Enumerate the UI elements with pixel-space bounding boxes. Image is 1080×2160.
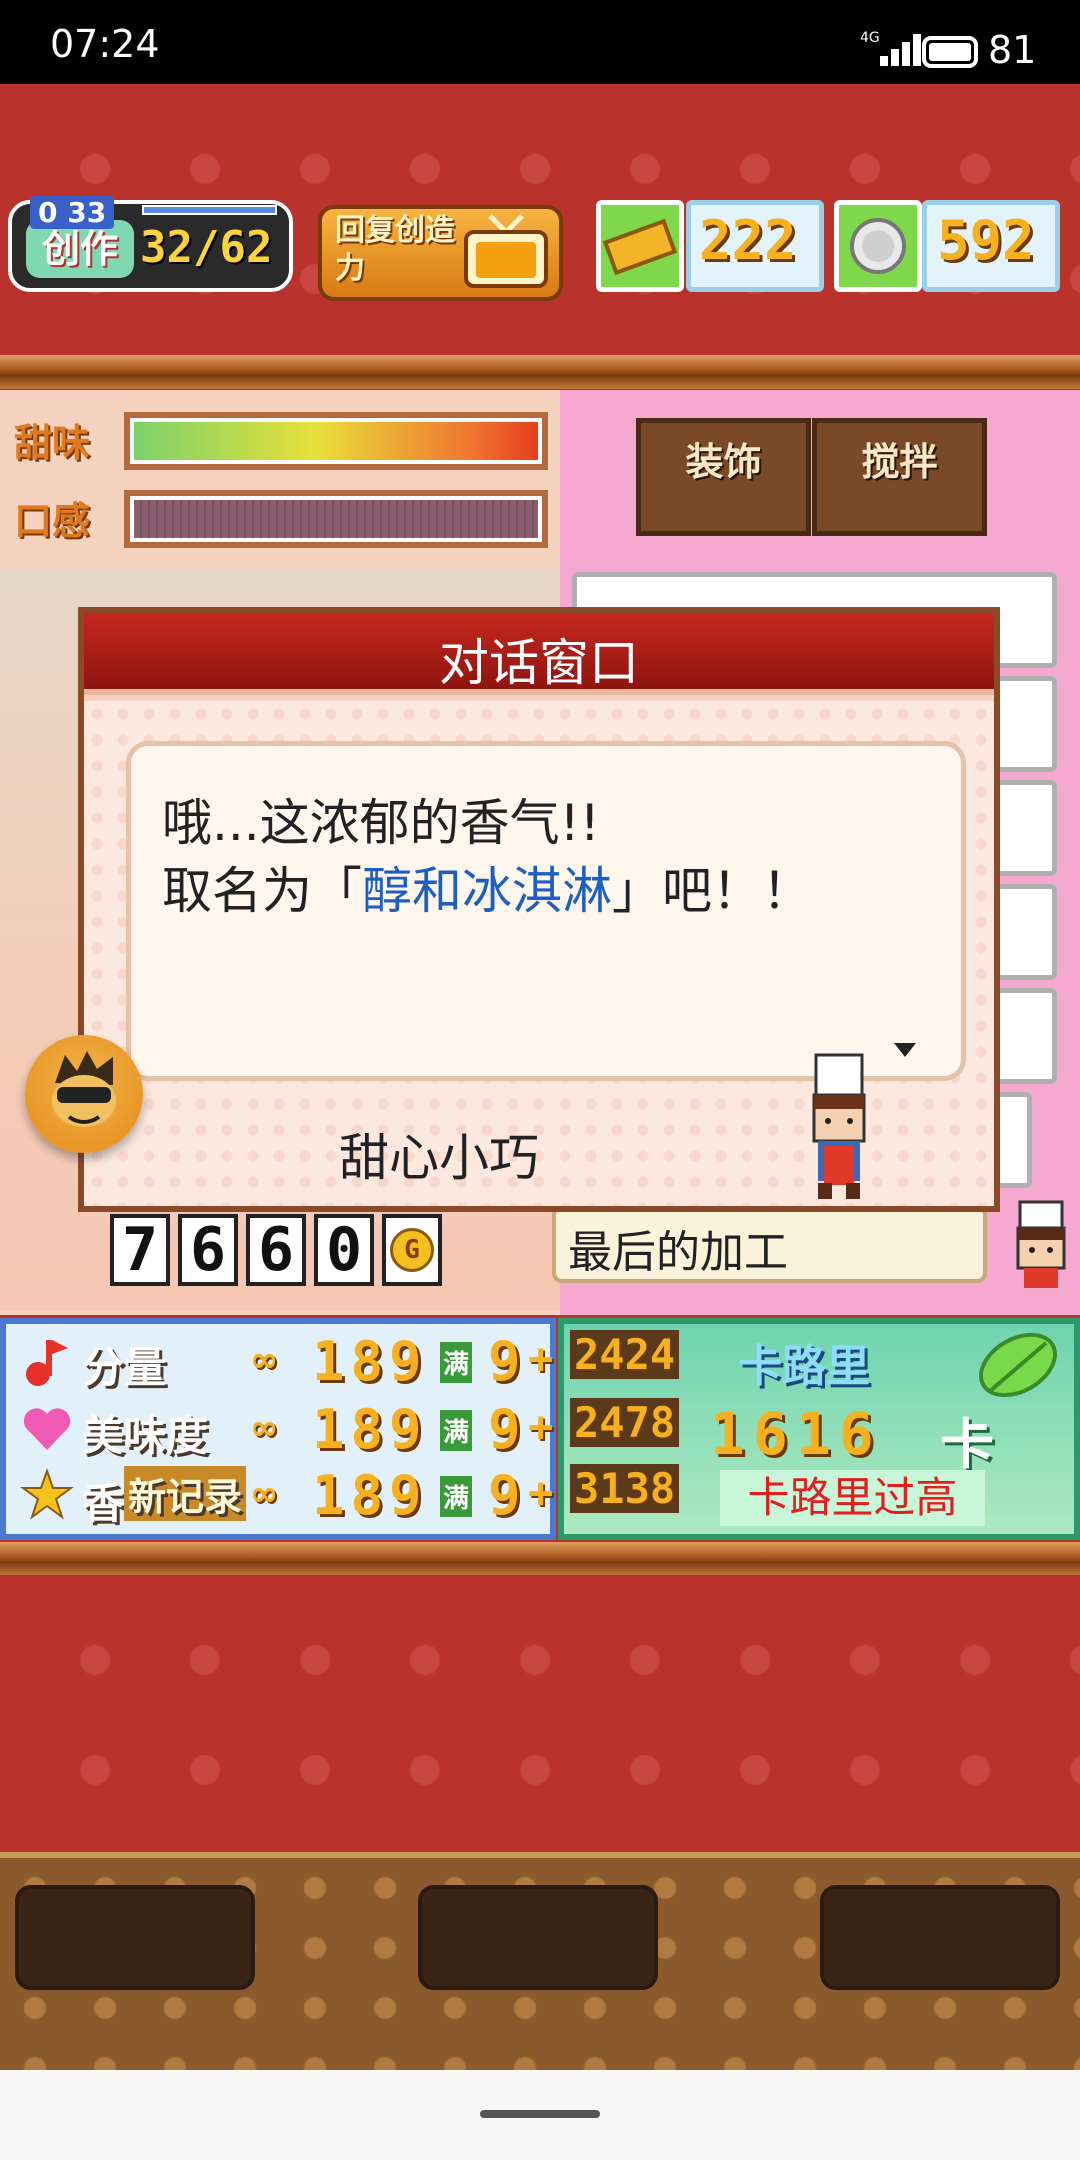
gold-unit: G: [382, 1214, 442, 1286]
stat-digit: 9: [488, 1330, 527, 1393]
dialog-line-1: 哦...这浓郁的香气!!: [162, 794, 600, 852]
dialog-window[interactable]: 对话窗口 哦...这浓郁的香气!! 取名为「醇和冰淇淋」吧！！ 甜心小巧: [78, 607, 1000, 1212]
new-record-badge: 新记录: [124, 1466, 247, 1521]
calorie-value: 1616: [710, 1400, 882, 1468]
ticket-count-box: 222: [686, 200, 824, 292]
monkey-face-icon: [52, 1051, 116, 1127]
calorie-warning: 卡路里过高: [720, 1470, 985, 1526]
stat-max: 满: [440, 1410, 473, 1451]
calorie-unit: 卡: [940, 1413, 994, 1476]
tab-stir-label: 搅拌: [861, 440, 938, 484]
next-caret-icon: [894, 1043, 916, 1057]
tv-icon: [464, 214, 548, 288]
texture-label: 口感: [14, 490, 94, 546]
stat-bonus: 2478: [570, 1398, 680, 1447]
dish-name: 醇和冰淇淋: [362, 862, 612, 920]
heart-icon: [23, 1408, 71, 1450]
stat-max: 满: [440, 1342, 473, 1383]
battery-level: 81: [988, 28, 1037, 72]
medal-icon: [834, 200, 922, 292]
dialog-line-2: 取名为「醇和冰淇淋」吧！！: [162, 851, 812, 923]
tab-decoration[interactable]: 装饰: [636, 418, 811, 536]
music-note-icon: [26, 1340, 68, 1386]
tab-decoration-label: 装饰: [685, 440, 762, 484]
plus-sign: +: [528, 1402, 554, 1451]
plus-sign: +: [528, 1334, 554, 1383]
counter-slot[interactable]: [15, 1885, 255, 1990]
star-icon: [20, 1468, 74, 1520]
infinity-icon: ∞: [250, 1340, 279, 1380]
chef-small-icon: [1016, 1200, 1066, 1288]
battery-icon: [922, 36, 978, 68]
stat-digit: 9: [488, 1398, 527, 1461]
infinity-icon: ∞: [250, 1474, 279, 1514]
calorie-label: 卡路里: [738, 1341, 870, 1392]
creativity-count: 32/62: [140, 222, 273, 273]
gold-digit: 7: [110, 1214, 170, 1286]
gold-coin-icon: G: [390, 1228, 434, 1272]
creativity-bar: [142, 205, 277, 215]
ticket-icon: [596, 200, 684, 292]
stat-bonus: 3138: [570, 1464, 680, 1513]
wood-divider-bottom: [0, 1542, 1080, 1576]
stat-bonus: 2424: [570, 1330, 680, 1379]
restore-creativity-label: 回复创造力: [335, 213, 455, 286]
bottom-wallpaper: [0, 1575, 1080, 1855]
stat-label-aroma: 香: [82, 1479, 125, 1528]
tab-stir[interactable]: 搅拌: [812, 418, 987, 536]
creativity-level: 0 33: [30, 196, 115, 229]
stat-value: 189: [312, 1398, 428, 1461]
stat-value: 189: [312, 1464, 428, 1527]
speaker-name: 甜心小巧: [339, 1129, 539, 1187]
gold-digit: 6: [246, 1214, 306, 1286]
final-process-label: 最后的加工: [568, 1227, 788, 1278]
dialog-line-2-suffix: 」吧！！: [612, 862, 812, 920]
stat-value: 189: [312, 1330, 428, 1393]
dialog-header: 对话窗口: [84, 613, 994, 695]
ticket-count: 222: [699, 209, 797, 272]
sweet-meter: [124, 412, 548, 470]
gold-digit: 6: [178, 1214, 238, 1286]
stat-label-taste: 美味度: [82, 1411, 209, 1460]
mascot-button[interactable]: [25, 1035, 143, 1153]
stat-digit: 9: [488, 1464, 527, 1527]
wood-divider-top: [0, 355, 1080, 389]
stat-max: 满: [440, 1476, 473, 1517]
texture-meter: [124, 490, 548, 548]
medal-count: 592: [937, 209, 1035, 272]
infinity-icon: ∞: [250, 1408, 279, 1448]
counter-slot[interactable]: [418, 1885, 658, 1990]
plus-sign: +: [528, 1468, 554, 1517]
gold-digit: 0: [314, 1214, 374, 1286]
leaf-icon: [979, 1332, 1057, 1398]
dialog-line-2-prefix: 取名为「: [162, 862, 362, 920]
network-label: 4G: [860, 30, 880, 46]
status-time: 07:24: [50, 22, 160, 66]
stat-label-portion: 分量: [82, 1343, 167, 1392]
chef-character-icon: [812, 1053, 866, 1199]
medal-count-box: 592: [922, 200, 1060, 292]
signal-icon: [880, 34, 921, 66]
counter-slot[interactable]: [820, 1885, 1060, 1990]
sweet-label: 甜味: [14, 412, 94, 468]
dialog-title: 对话窗口: [439, 634, 639, 692]
home-indicator[interactable]: [480, 2110, 600, 2118]
